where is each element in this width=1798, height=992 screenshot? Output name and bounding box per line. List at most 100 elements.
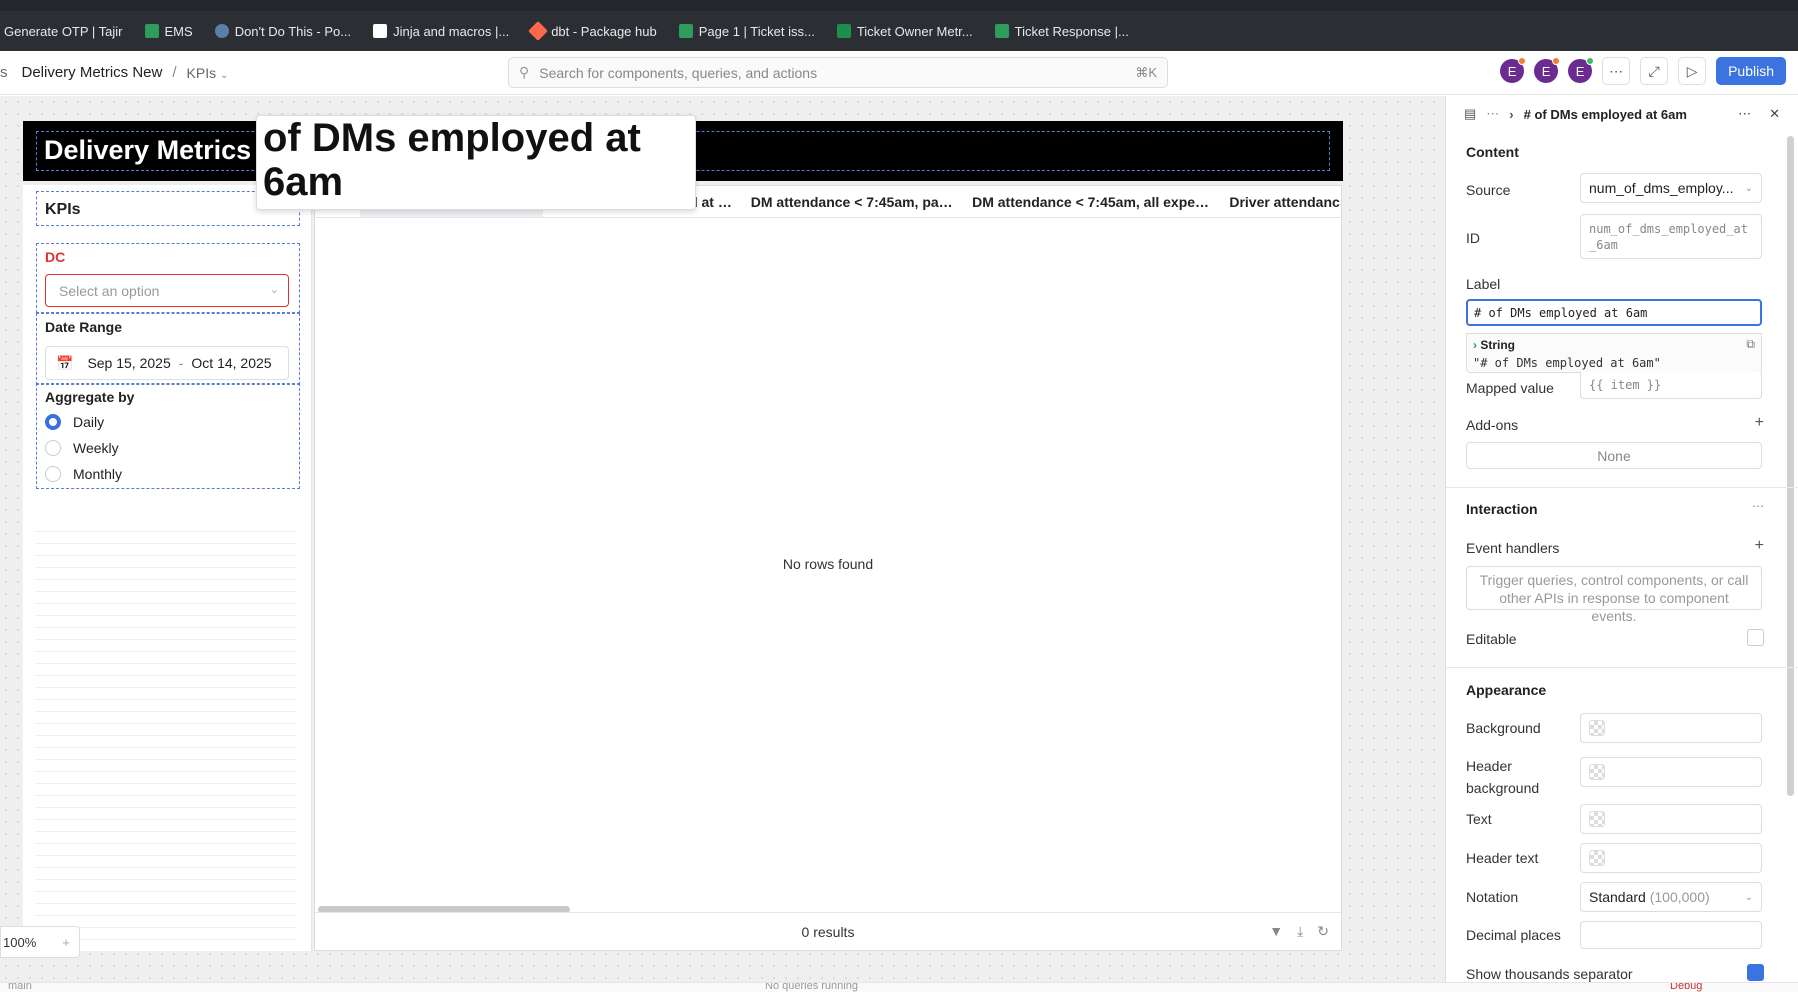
shortcut-hint: ⌘K <box>1135 64 1157 80</box>
copy-icon[interactable]: ⧉ <box>1746 337 1755 352</box>
search-input[interactable]: ⚲ Search for components, queries, and ac… <box>508 57 1168 88</box>
decimal-places-label: Decimal places <box>1466 927 1561 943</box>
sheets-plus-icon <box>836 24 851 38</box>
filter-icon[interactable]: ▼ <box>1269 923 1283 940</box>
editor-canvas: Delivery Metrics of DMs employed at 6am … <box>0 96 1445 992</box>
header-background-field[interactable] <box>1580 757 1762 787</box>
sheets-icon <box>678 24 693 38</box>
chevron-right-icon: › <box>1509 106 1514 122</box>
breadcrumb-separator: / <box>172 64 177 81</box>
table-icon: ▤ <box>1464 106 1477 121</box>
color-swatch-icon <box>1589 720 1605 736</box>
radio-icon <box>45 466 61 482</box>
evaluated-value-box: › String ⧉ "# of DMs employed at 6am" <box>1466 333 1762 373</box>
zoom-control[interactable]: 100% + <box>0 926 80 958</box>
bookmark[interactable]: Ticket Owner Metr... <box>836 24 973 39</box>
presence-dot <box>1518 57 1527 65</box>
publish-button[interactable]: Publish <box>1716 57 1786 85</box>
download-icon[interactable]: ⤓ <box>1297 923 1303 940</box>
color-swatch-icon <box>1589 764 1605 780</box>
notation-select[interactable]: Standard (100,000) ⌄ <box>1580 882 1762 912</box>
chevron-right-icon[interactable]: › <box>1473 338 1477 352</box>
content-section: Content <box>1466 144 1519 160</box>
plus-icon[interactable]: + <box>62 935 70 950</box>
more-icon[interactable]: ⋯ <box>1602 57 1631 85</box>
play-icon[interactable]: ▷ <box>1678 57 1707 85</box>
source-label: Source <box>1466 182 1511 198</box>
header-background-label: Header background <box>1466 758 1540 796</box>
column-header[interactable]: Driver attendanc <box>1221 186 1341 217</box>
sheets-icon <box>994 24 1009 38</box>
bookmark[interactable]: Jinja and macros |... <box>373 24 509 39</box>
more-icon[interactable]: ⋯ <box>1738 106 1751 122</box>
bookmark[interactable]: dbt - Package hub <box>528 21 657 41</box>
label-field[interactable]: # of DMs employed at 6am <box>1466 299 1762 326</box>
bookmarks-bar: Generate OTP | Tajir EMS Don't Do This -… <box>0 11 1798 51</box>
avatar[interactable]: E <box>1500 57 1527 83</box>
date-range-label: Date Range <box>45 319 123 335</box>
plus-icon[interactable]: + <box>1755 537 1764 555</box>
breadcrumb-prev[interactable]: s <box>0 64 8 81</box>
avatar[interactable]: E <box>1534 57 1561 83</box>
bookmark[interactable]: EMS <box>144 24 193 39</box>
text-color-field[interactable] <box>1580 804 1762 834</box>
more-icon[interactable]: ⋯ <box>1752 499 1764 513</box>
header-container[interactable]: Delivery Metrics of DMs employed at 6am <box>23 115 1343 210</box>
browser-chrome: Generate OTP | Tajir EMS Don't Do This -… <box>0 0 1798 51</box>
page-title: Delivery Metrics <box>44 135 252 165</box>
editable-checkbox[interactable] <box>1747 629 1764 646</box>
radio-daily[interactable]: Daily <box>45 414 104 430</box>
column-header[interactable]: DM attendance < 7:45am, all expect... <box>964 186 1221 217</box>
plus-icon[interactable]: + <box>1755 414 1764 432</box>
more-icon[interactable]: ⋯ <box>1486 106 1499 122</box>
aggregate-container: Aggregate by Daily Weekly Monthly <box>36 383 300 489</box>
thousands-separator-label: Show thousands separator <box>1466 966 1633 982</box>
query-status: No queries running <box>765 982 858 992</box>
editable-label: Editable <box>1466 631 1517 647</box>
mapped-value-field[interactable]: {{ item }} <box>1580 372 1762 399</box>
id-field[interactable]: num_of_dms_employed_at_6am <box>1580 214 1762 259</box>
text-color-label: Text <box>1466 811 1492 827</box>
calendar-icon: 📅 <box>56 354 74 371</box>
bookmark[interactable]: Page 1 | Ticket iss... <box>678 24 815 39</box>
thousands-separator-checkbox[interactable] <box>1747 964 1764 981</box>
tab-strip <box>0 0 1798 11</box>
vertical-scrollbar[interactable] <box>1787 136 1794 796</box>
header-text-color-field[interactable] <box>1580 843 1762 873</box>
decimal-places-field[interactable] <box>1580 921 1762 949</box>
dc-select-container: DC Select an option ⌄ <box>36 243 300 313</box>
debug-button[interactable]: Debug <box>1670 983 1702 992</box>
radio-weekly[interactable]: Weekly <box>45 440 119 456</box>
chevron-down-icon: ⌄ <box>1744 891 1753 903</box>
bookmark[interactable]: Generate OTP | Tajir <box>4 24 123 39</box>
app-name[interactable]: Delivery Metrics New <box>22 64 163 81</box>
notation-label: Notation <box>1466 889 1519 905</box>
date-range-input[interactable]: 📅 Sep 15, 2025 - Oct 14, 2025 <box>45 346 289 380</box>
radio-monthly[interactable]: Monthly <box>45 466 122 482</box>
appearance-section: Appearance <box>1466 682 1547 698</box>
status-bar: main No queries running Debug <box>0 982 1798 992</box>
background-color-field[interactable] <box>1580 713 1762 743</box>
addons-empty: None <box>1466 442 1762 469</box>
dc-select[interactable]: Select an option ⌄ <box>45 274 289 307</box>
bookmark[interactable]: Don't Do This - Po... <box>214 24 351 39</box>
expand-icon[interactable]: ⤢ <box>1640 57 1669 85</box>
id-label: ID <box>1466 230 1480 246</box>
breadcrumb: s Delivery Metrics New / KPIs ⌄ <box>0 64 228 81</box>
addons-label: Add-ons <box>1466 417 1519 433</box>
chevron-down-icon: ⌄ <box>269 284 279 296</box>
page-selector[interactable]: KPIs ⌄ <box>187 65 229 81</box>
dbt-icon <box>528 21 549 41</box>
postgres-icon <box>214 24 229 38</box>
avatar[interactable]: E <box>1568 57 1595 83</box>
source-select[interactable]: num_of_dms_employ... ⌄ <box>1580 173 1762 203</box>
color-swatch-icon <box>1589 811 1605 827</box>
branch-name[interactable]: main <box>8 983 32 992</box>
column-header[interactable]: DM attendance < 7:45am, pair... <box>743 186 964 217</box>
bookmark[interactable]: Ticket Response |... <box>994 24 1129 39</box>
inspector-panel: ▤ ⋯ › # of DMs employed at 6am ⋯ ✕ Conten… <box>1445 96 1798 982</box>
refresh-icon[interactable]: ↻ <box>1317 923 1329 940</box>
filters-panel: KPIs DC Select an option ⌄ Date Range 📅 … <box>23 185 312 951</box>
kpi-table[interactable]: Da... # of DMs employed at 6... # of Dri… <box>314 185 1342 951</box>
close-icon[interactable]: ✕ <box>1769 106 1780 122</box>
